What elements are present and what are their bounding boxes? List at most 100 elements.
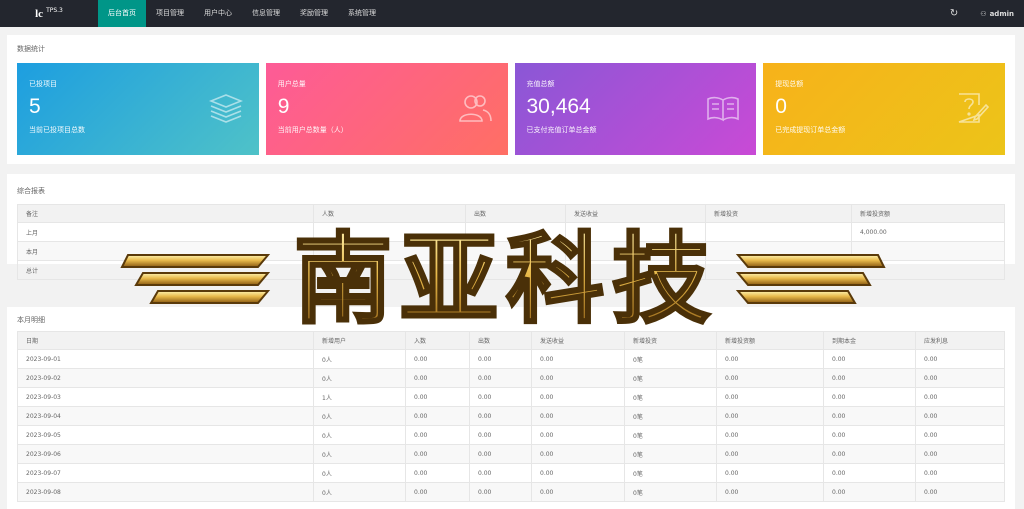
table-row: 2023-09-07 0人 0.00 0.00 0.00 0笔 0.00 0.00 0.00 [17,463,1005,483]
detail-header: 应发利息 [915,331,1005,350]
top-right-tools: ↻ ⚇ admin [950,0,1014,27]
table-cell: 0.00 [716,349,824,369]
table-cell: 0.00 [405,463,470,483]
table-cell [313,222,466,242]
layers-icon [208,94,243,123]
table-cell: 0.00 [469,387,532,407]
users-icon [458,95,492,122]
table-cell [465,260,566,280]
logo[interactable]: lc TPS.3 [0,0,98,27]
stats-panel: 数据统计 已投项目 5 当前已投项目总数 用户总量 9 当前用户总数量（人） 充… [7,35,1015,164]
table-cell [465,241,566,261]
card-label: 已投项目 [29,80,57,88]
table-row: 上月 4,000.00 [17,222,1005,242]
table-cell: 0.00 [915,482,1005,502]
table-cell: 0.00 [405,387,470,407]
table-cell: 0笔 [624,482,717,502]
table-cell: 0人 [313,425,406,445]
table-cell: 0.00 [823,368,916,388]
user-icon: ⚇ [980,9,987,18]
table-cell [465,222,566,242]
table-cell [851,241,1005,261]
report-header: 新增投资额 [851,204,1005,223]
table-cell: 0.00 [716,482,824,502]
table-cell: 0.00 [469,349,532,369]
detail-header: 新增投资 [624,331,717,350]
table-row: 2023-09-06 0人 0.00 0.00 0.00 0笔 0.00 0.00 0.00 [17,444,1005,464]
table-cell: 0.00 [823,349,916,369]
refresh-icon[interactable]: ↻ [950,8,958,19]
report-title: 综合报表 [17,187,45,195]
table-cell [313,260,466,280]
table-cell: 0.00 [531,425,625,445]
table-cell [313,241,466,261]
user-menu[interactable]: ⚇ admin [980,10,1014,18]
detail-title: 本月明细 [17,316,45,324]
logo-text: lc [35,7,44,20]
table-cell: 0人 [313,463,406,483]
nav-item-home[interactable]: 后台首页 [98,0,146,27]
user-name: admin [989,9,1014,18]
table-cell: 4,000.00 [851,222,1005,242]
table-cell: 总计 [17,260,314,280]
table-row: 本月 [17,241,1005,261]
table-cell: 0.00 [716,387,824,407]
table-cell: 0.00 [915,368,1005,388]
card-desc: 当前用户总数量（人） [277,126,348,134]
table-cell: 0人 [313,482,406,502]
table-cell: 2023-09-08 [17,482,314,502]
table-cell: 0.00 [915,444,1005,464]
stat-card-recharge[interactable]: 充值总额 30,464 已支付充值订单总金额 [514,63,757,155]
table-cell: 上月 [17,222,314,242]
nav-item-info[interactable]: 信息管理 [242,0,290,27]
table-row: 2023-09-02 0人 0.00 0.00 0.00 0笔 0.00 0.00 0.00 [17,368,1005,388]
table-cell: 0.00 [823,387,916,407]
table-cell: 0.00 [469,482,532,502]
logo-version: TPS.3 [46,7,63,14]
report-panel: 综合报表 备注 人数 出数 发送收益 新增投资 新增投资额 上月 4,000.00… [7,174,1015,280]
table-cell: 0.00 [405,368,470,388]
nav-item-rewards[interactable]: 奖励管理 [290,0,338,27]
table-cell: 0人 [313,406,406,426]
table-cell: 0.00 [531,368,625,388]
detail-table: 日期 新增用户 入数 出数 发送收益 新增投资 新增投资额 到期本金 应发利息 … [17,331,1005,502]
table-cell [851,260,1005,280]
nav-item-system[interactable]: 系统管理 [338,0,386,27]
table-cell: 0.00 [716,463,824,483]
table-cell: 2023-09-06 [17,444,314,464]
detail-header: 入数 [405,331,470,350]
table-cell: 0.00 [823,406,916,426]
table-cell: 0.00 [531,444,625,464]
table-row: 总计 [17,260,1005,280]
table-cell: 0人 [313,368,406,388]
table-cell: 0笔 [624,444,717,464]
table-cell: 0.00 [716,444,824,464]
card-desc: 已完成提现订单总金额 [775,126,846,134]
table-row: 2023-09-03 1人 0.00 0.00 0.00 0笔 0.00 0.00 0.00 [17,387,1005,407]
book-icon [707,96,740,122]
table-cell: 0笔 [624,387,717,407]
table-cell: 0.00 [531,406,625,426]
table-cell: 0.00 [823,463,916,483]
table-row: 2023-09-01 0人 0.00 0.00 0.00 0笔 0.00 0.00 0.00 [17,349,1005,369]
stat-card-withdraw[interactable]: 提现总额 0 已完成提现订单总金额 [763,63,1005,155]
table-cell: 0.00 [531,349,625,369]
table-cell: 0.00 [405,406,470,426]
table-row: 2023-09-04 0人 0.00 0.00 0.00 0笔 0.00 0.00 0.00 [17,406,1005,426]
detail-header: 出数 [469,331,532,350]
table-cell [565,241,706,261]
stat-card-projects[interactable]: 已投项目 5 当前已投项目总数 [17,63,259,155]
main-nav: 后台首页 项目管理 用户中心 信息管理 奖励管理 系统管理 [98,0,386,27]
nav-item-projects[interactable]: 项目管理 [146,0,194,27]
table-cell: 2023-09-01 [17,349,314,369]
table-cell: 0人 [313,444,406,464]
table-cell: 0笔 [624,463,717,483]
table-cell: 0.00 [531,482,625,502]
table-cell: 1人 [313,387,406,407]
stat-card-users[interactable]: 用户总量 9 当前用户总数量（人） [265,63,508,155]
stats-title: 数据统计 [17,45,45,53]
nav-item-users[interactable]: 用户中心 [194,0,242,27]
report-table: 备注 人数 出数 发送收益 新增投资 新增投资额 上月 4,000.00 本月 总… [17,204,1005,280]
table-cell: 0.00 [823,482,916,502]
table-cell: 0.00 [469,406,532,426]
